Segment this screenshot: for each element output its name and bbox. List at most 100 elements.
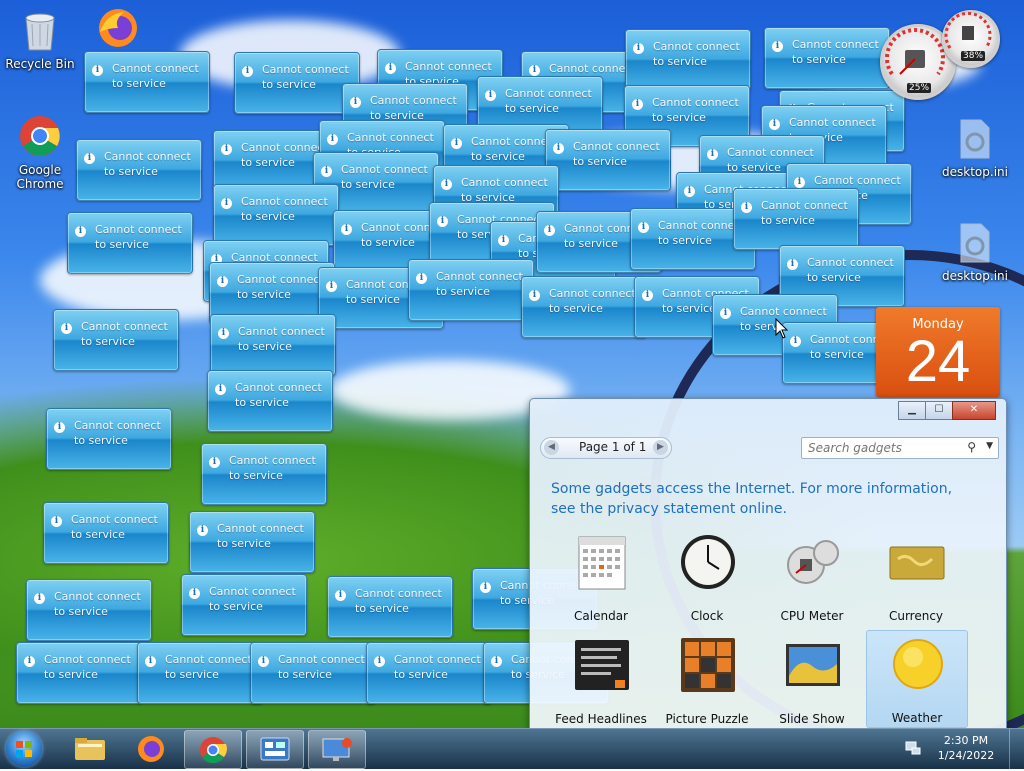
error-line-2: to service (807, 271, 861, 284)
cannot-connect-gadget[interactable]: i Cannot connect to service (181, 574, 307, 636)
error-line-1: Cannot connect (370, 94, 457, 107)
search-input[interactable] (806, 440, 965, 456)
cannot-connect-gadget[interactable]: i Cannot connect to service (76, 139, 202, 201)
gadget-error-text: Cannot connect to service (573, 139, 668, 169)
info-icon: i (54, 422, 65, 433)
error-line-1: Cannot connect (278, 653, 365, 666)
cannot-connect-gadget[interactable]: i Cannot connect to service (625, 29, 751, 91)
start-button[interactable] (6, 731, 42, 767)
cannot-connect-gadget[interactable]: i Cannot connect to service (521, 276, 647, 338)
error-line-2: to service (361, 236, 415, 249)
cannot-connect-gadget[interactable]: i Cannot connect to service (327, 576, 453, 638)
desktop-icon-firefox[interactable] (78, 6, 158, 55)
desktop-icon-chrome[interactable]: Google Chrome (0, 114, 80, 191)
info-icon: i (544, 225, 555, 236)
cannot-connect-gadget[interactable]: i Cannot connect to service (366, 642, 492, 704)
gadget-error-text: Cannot connect to service (74, 418, 169, 448)
error-line-2: to service (662, 302, 716, 315)
error-line-1: Cannot connect (505, 87, 592, 100)
clock[interactable]: 2:30 PM 1/24/2022 (936, 733, 996, 763)
desktop-icon-desktop-ini-2[interactable]: desktop.ini (935, 222, 1015, 283)
error-line-2: to service (54, 605, 108, 618)
previous-page-button[interactable]: ◀ (544, 440, 559, 455)
chrome-icon (200, 737, 227, 764)
cannot-connect-gadget[interactable]: i Cannot connect to service (46, 408, 172, 470)
cannot-connect-gadget[interactable]: i Cannot connect to service (53, 309, 179, 371)
cannot-connect-gadget[interactable]: i Cannot connect to service (764, 27, 890, 89)
info-icon: i (741, 202, 752, 213)
gadget-item-picture-puzzle[interactable]: Picture Puzzle (657, 632, 757, 728)
error-line-2: to service (653, 55, 707, 68)
desktop-icon-label: Google Chrome (16, 163, 64, 191)
cannot-connect-gadget[interactable]: i Cannot connect to service (213, 184, 339, 246)
taskbar-remote-button[interactable] (308, 730, 366, 769)
cannot-connect-gadget[interactable]: i Cannot connect to service (43, 502, 169, 564)
maximize-button[interactable]: ☐ (925, 401, 953, 420)
cannot-connect-gadget[interactable]: i Cannot connect to service (137, 642, 263, 704)
error-line-1: Cannot connect (54, 590, 141, 603)
cpu-meter-gadget-icon (787, 540, 839, 584)
error-line-2: to service (81, 335, 135, 348)
info-icon: i (145, 656, 156, 667)
taskbar-explorer-button[interactable] (62, 730, 118, 767)
chrome-icon (0, 114, 80, 161)
cannot-connect-gadget[interactable]: i Cannot connect to service (201, 443, 327, 505)
error-line-2: to service (505, 102, 559, 115)
show-desktop-button[interactable] (1009, 729, 1024, 769)
gadget-item-currency[interactable]: Currency (866, 529, 966, 625)
cannot-connect-gadget[interactable]: i Cannot connect to service (207, 370, 333, 432)
gadget-item-calendar[interactable]: Calendar (551, 529, 651, 625)
privacy-info-link[interactable]: Some gadgets access the Internet. For mo… (551, 479, 981, 519)
gadget-error-text: Cannot connect to service (807, 255, 902, 285)
error-line-1: Cannot connect (653, 40, 740, 53)
gadget-error-text: Cannot connect to service (761, 198, 856, 228)
cannot-connect-gadget[interactable]: i Cannot connect to service (545, 129, 671, 191)
search-icon[interactable]: ⚲ (967, 440, 976, 454)
info-icon: i (374, 656, 385, 667)
error-line-1: Cannot connect (74, 419, 161, 432)
cannot-connect-gadget[interactable]: i Cannot connect to service (210, 314, 336, 376)
info-icon: i (327, 134, 338, 145)
cannot-connect-gadget[interactable]: i Cannot connect to service (84, 51, 210, 113)
gadget-item-feed-headlines[interactable]: Feed Headlines (551, 632, 651, 728)
info-icon: i (441, 179, 452, 190)
search-dropdown-icon[interactable]: ▼ (986, 441, 993, 451)
taskbar-gadgets-button[interactable] (246, 730, 304, 769)
taskbar-firefox-button[interactable] (123, 730, 179, 767)
desktop-icon-desktop-ini-1[interactable]: desktop.ini (935, 118, 1015, 179)
error-line-1: Cannot connect (71, 513, 158, 526)
taskbar-chrome-button[interactable] (184, 730, 242, 769)
info-icon: i (794, 177, 805, 188)
cannot-connect-gadget[interactable]: i Cannot connect to service (408, 259, 534, 321)
gadget-item-weather[interactable]: Weather (866, 630, 968, 728)
cannot-connect-gadget[interactable]: i Cannot connect to service (26, 579, 152, 641)
cannot-connect-gadget[interactable]: i Cannot connect to service (250, 642, 376, 704)
info-icon: i (769, 119, 780, 130)
error-line-2: to service (74, 434, 128, 447)
error-line-1: Cannot connect (341, 163, 428, 176)
info-icon: i (498, 235, 509, 246)
cannot-connect-gadget[interactable]: i Cannot connect to service (16, 642, 142, 704)
cannot-connect-gadget[interactable]: i Cannot connect to service (733, 188, 859, 250)
network-icon[interactable] (904, 739, 922, 757)
info-icon: i (385, 63, 396, 74)
next-page-button[interactable]: ▶ (653, 440, 668, 455)
close-button[interactable]: ✕ (952, 401, 996, 420)
error-line-1: Cannot connect (807, 256, 894, 269)
cannot-connect-gadget[interactable]: i Cannot connect to service (189, 511, 315, 573)
info-icon: i (24, 656, 35, 667)
info-icon: i (75, 226, 86, 237)
gadget-item-slide-show[interactable]: Slide Show (762, 632, 862, 728)
error-line-2: to service (44, 668, 98, 681)
calendar-gadget[interactable]: Monday 24 (876, 307, 1000, 397)
info-icon: i (491, 656, 502, 667)
info-icon: i (92, 65, 103, 76)
gadget-item-clock[interactable]: Clock (657, 529, 757, 625)
gadget-item-cpu-meter[interactable]: CPU Meter (762, 529, 862, 625)
desktop-icon-recycle-bin[interactable]: Recycle Bin (0, 8, 80, 71)
error-line-1: Cannot connect (814, 174, 901, 187)
minimize-button[interactable]: ▁ (898, 401, 926, 420)
cannot-connect-gadget[interactable]: i Cannot connect to service (67, 212, 193, 274)
firefox-icon (78, 6, 158, 53)
info-icon: i (341, 224, 352, 235)
